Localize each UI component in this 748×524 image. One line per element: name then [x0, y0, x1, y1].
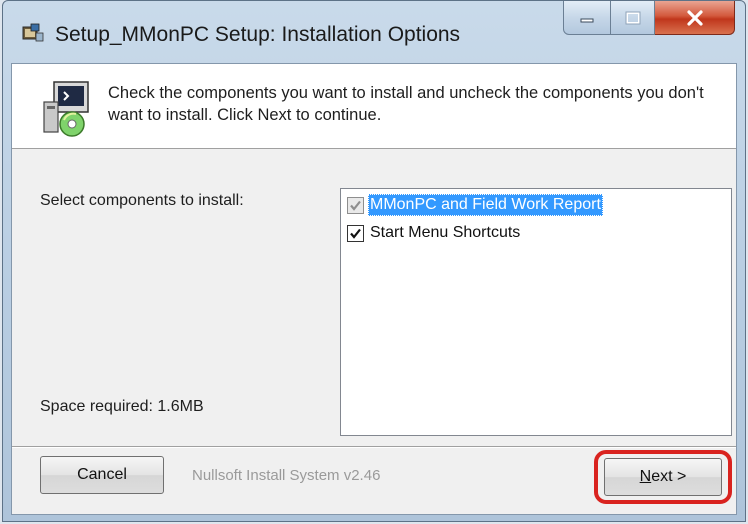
window-title: Setup_MMonPC Setup: Installation Options — [55, 23, 461, 46]
maximize-icon — [625, 11, 640, 24]
header-panel: Check the components you want to install… — [12, 64, 736, 149]
installer-window: Setup_MMonPC Setup: Installation Options — [2, 0, 746, 522]
component-checkbox-shortcuts[interactable] — [347, 224, 364, 242]
minimize-icon — [580, 18, 594, 22]
minimize-button[interactable] — [563, 1, 611, 35]
installer-app-icon — [22, 23, 44, 42]
component-item-mmonpc[interactable]: MMonPC and Field Work Report — [347, 193, 603, 217]
next-button-highlight-ring — [594, 450, 732, 504]
component-label-mmonpc[interactable]: MMonPC and Field Work Report — [368, 194, 603, 216]
dialog-client-area: Check the components you want to install… — [11, 63, 737, 515]
close-icon — [686, 9, 703, 26]
title-bar[interactable]: Setup_MMonPC Setup: Installation Options — [3, 1, 745, 63]
install-components-icon — [43, 81, 89, 137]
caption-buttons — [563, 1, 735, 35]
footer-divider — [12, 446, 736, 448]
component-checkbox-mmonpc[interactable] — [347, 196, 364, 214]
header-description: Check the components you want to install… — [108, 84, 704, 124]
component-label-shortcuts[interactable]: Start Menu Shortcuts — [368, 222, 522, 244]
checkmark-icon — [350, 200, 361, 211]
nsis-branding-text: Nullsoft Install System v2.46 — [192, 467, 381, 484]
space-required-label: Space required: 1.6MB — [40, 398, 204, 415]
component-item-shortcuts[interactable]: Start Menu Shortcuts — [347, 221, 522, 245]
select-components-label: Select components to install: — [40, 192, 244, 209]
close-button[interactable] — [655, 1, 735, 35]
cancel-button[interactable]: Cancel — [40, 456, 164, 494]
checkmark-icon — [350, 228, 361, 239]
maximize-button[interactable] — [611, 1, 655, 35]
components-tree[interactable]: MMonPC and Field Work Report Start Menu … — [340, 188, 732, 436]
